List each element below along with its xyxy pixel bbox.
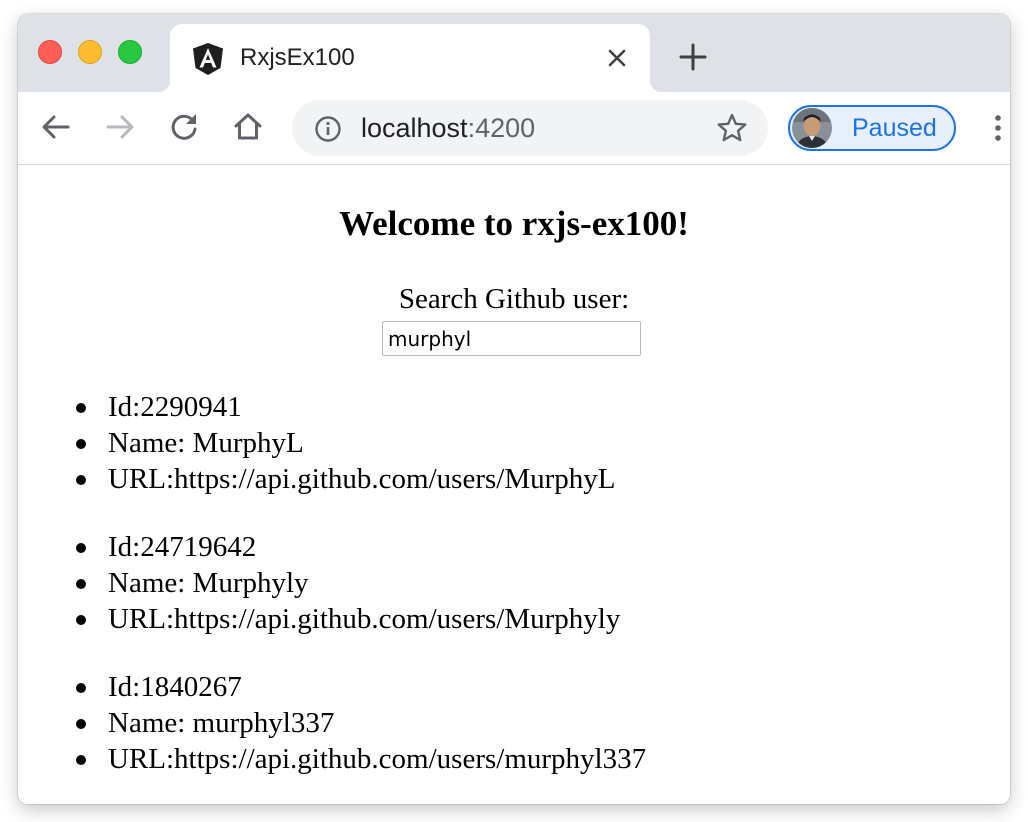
- tab-strip: RxjsEx100: [18, 14, 1010, 92]
- user-name: Name: murphyl337: [18, 705, 1010, 741]
- back-arrow-icon[interactable]: [38, 109, 74, 145]
- user-result: Id:1840267 Name: murphyl337 URL:https://…: [18, 669, 1010, 777]
- close-window-button[interactable]: [38, 40, 62, 64]
- user-name: Name: Murphyly: [18, 565, 1010, 601]
- search-results: Id:2290941 Name: MurphyL URL:https://api…: [18, 389, 1010, 804]
- angular-logo-icon: [192, 42, 224, 76]
- profile-button[interactable]: Paused: [788, 105, 956, 151]
- forward-arrow-icon[interactable]: [102, 109, 138, 145]
- home-icon[interactable]: [230, 109, 266, 145]
- star-icon[interactable]: [716, 112, 748, 144]
- url-host: localhost: [361, 113, 468, 143]
- address-bar[interactable]: localhost:4200: [292, 100, 768, 156]
- new-tab-icon[interactable]: [678, 42, 708, 72]
- browser-toolbar: localhost:4200 Paused: [18, 92, 1010, 165]
- reload-icon[interactable]: [166, 109, 202, 145]
- user-result: Id:2290941 Name: MurphyL URL:https://api…: [18, 389, 1010, 497]
- user-id: Id:24719642: [18, 529, 1010, 565]
- user-name: Name: MurphyL: [18, 425, 1010, 461]
- info-icon[interactable]: [314, 115, 342, 143]
- minimize-window-button[interactable]: [78, 40, 102, 64]
- user-url: URL:https://api.github.com/users/MurphyL: [18, 461, 1010, 497]
- profile-status: Paused: [852, 114, 937, 142]
- tab-rxjsex100[interactable]: RxjsEx100: [158, 24, 662, 92]
- kebab-menu-icon[interactable]: [988, 112, 1008, 144]
- avatar: [792, 108, 832, 148]
- page-content: Welcome to rxjs-ex100! Search Github use…: [18, 165, 1010, 804]
- search-label: Search Github user:: [398, 283, 630, 315]
- tab-title: RxjsEx100: [240, 44, 355, 71]
- user-id: Id:1840267: [18, 669, 1010, 705]
- url-text: localhost:4200: [361, 113, 535, 143]
- close-tab-icon[interactable]: [604, 45, 630, 71]
- user-url: URL:https://api.github.com/users/Murphyl…: [18, 601, 1010, 637]
- user-result: Id:24719642 Name: Murphyly URL:https://a…: [18, 529, 1010, 637]
- url-port: :4200: [467, 113, 536, 143]
- search-input[interactable]: [382, 321, 641, 356]
- user-url: URL:https://api.github.com/users/murphyl…: [18, 741, 1010, 777]
- user-id: Id:2290941: [18, 389, 1010, 425]
- zoom-window-button[interactable]: [118, 40, 142, 64]
- page-title: Welcome to rxjs-ex100!: [339, 204, 689, 243]
- browser-window: RxjsEx100 localhost:4200 Paused Welcome …: [18, 14, 1010, 804]
